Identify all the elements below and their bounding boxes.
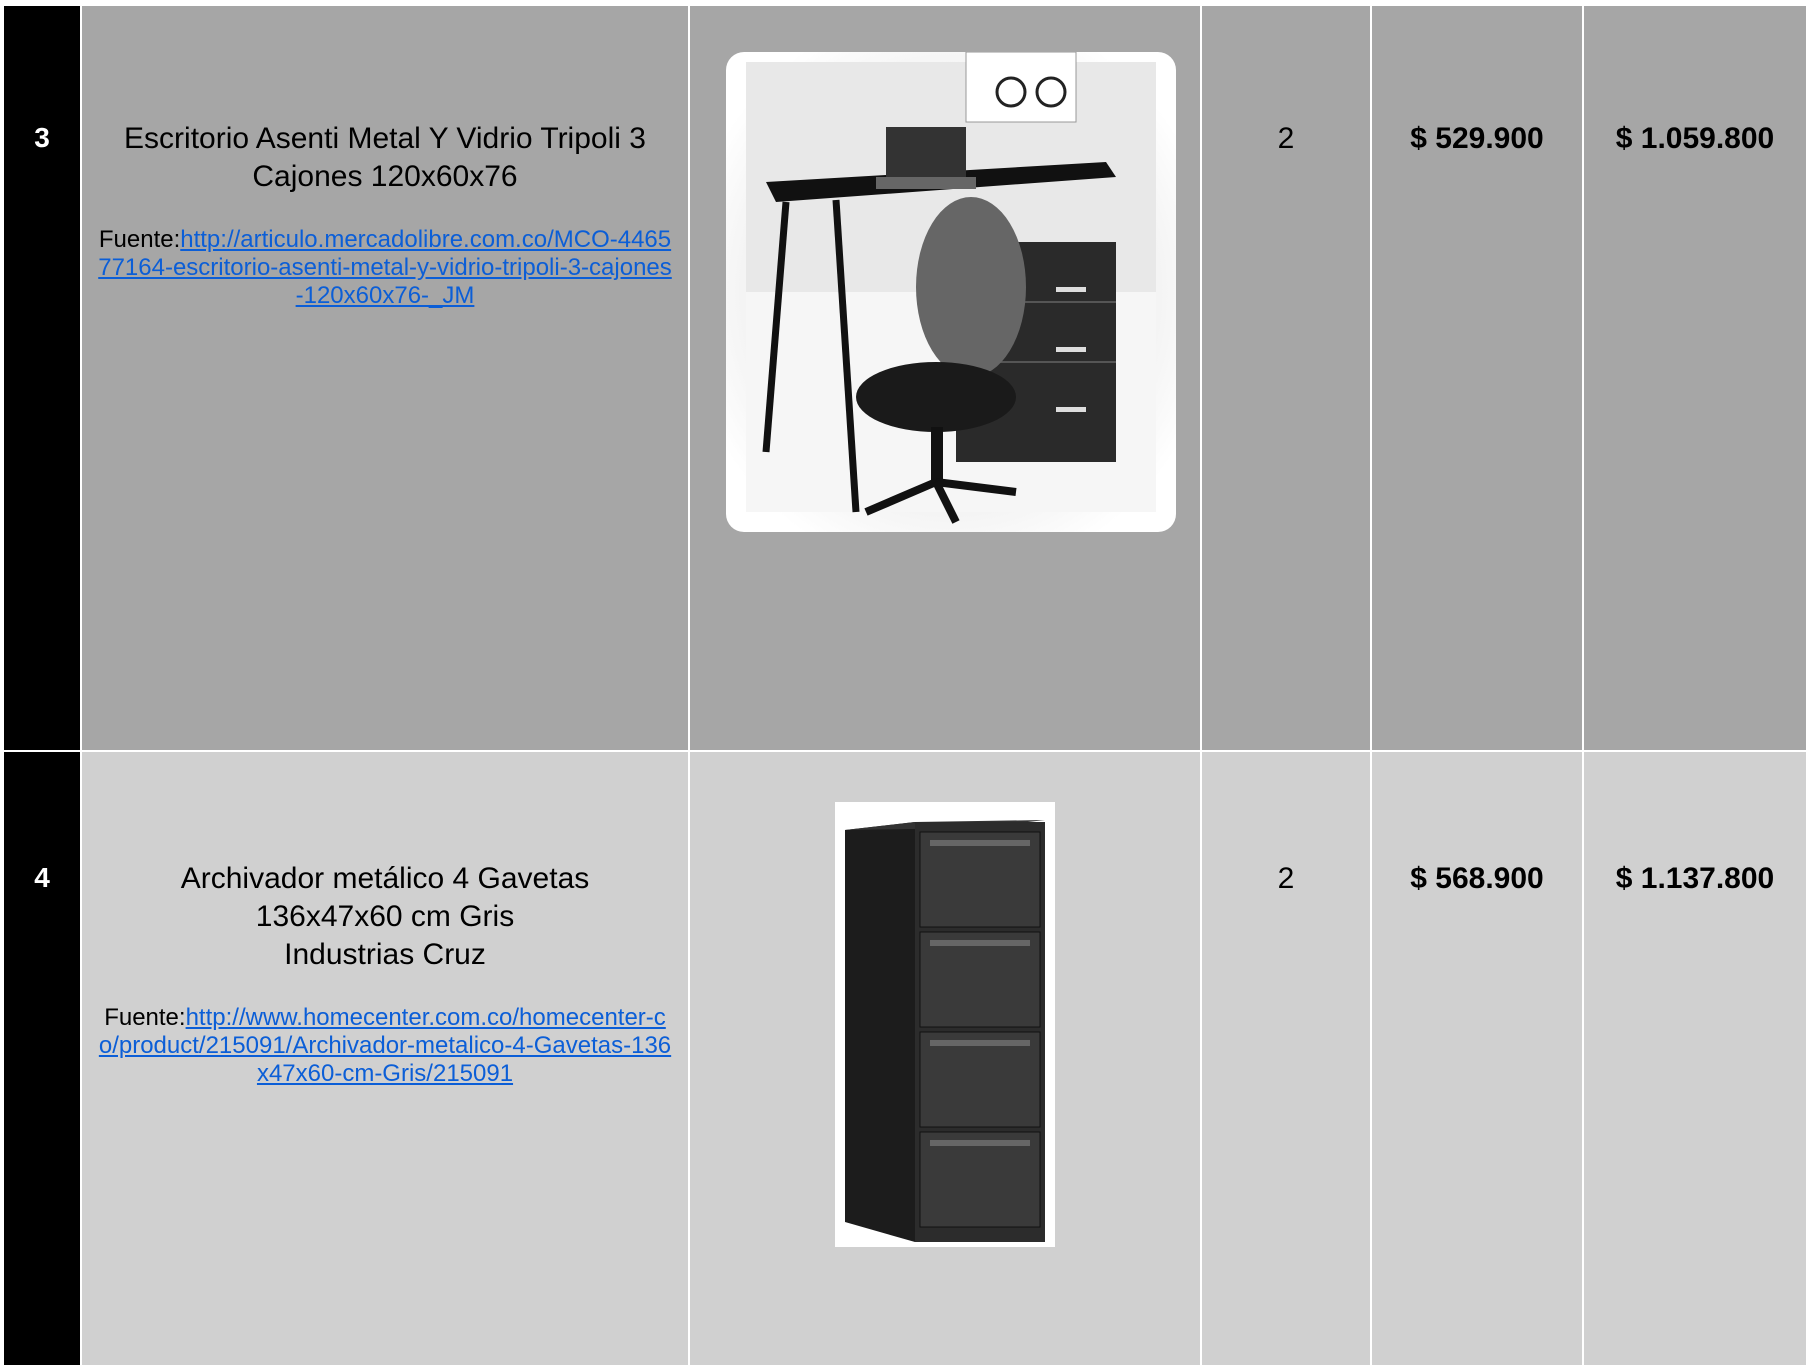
item-number-cell: 4: [2, 750, 82, 1367]
filing-cabinet-icon: [835, 802, 1055, 1247]
item-source: Fuente:http://articulo.mercadolibre.com.…: [82, 226, 688, 310]
item-unit-price: $ 568.900: [1410, 862, 1544, 895]
desk-chair-icon: [726, 52, 1176, 532]
unit-price-cell: $ 529.900: [1370, 4, 1584, 752]
item-number-cell: 3: [2, 4, 82, 752]
source-link[interactable]: http://articulo.mercadolibre.com.co/MCO-…: [98, 226, 672, 309]
total-cell: $ 1.059.800: [1582, 4, 1808, 752]
image-cell: [688, 750, 1202, 1367]
table-row: 3 Escritorio Asenti Metal Y Vidrio Tripo…: [2, 4, 1808, 752]
item-quantity: 2: [1277, 122, 1295, 155]
item-unit-price: $ 529.900: [1410, 122, 1544, 155]
quantity-cell: 2: [1200, 750, 1372, 1367]
source-link[interactable]: http://www.homecenter.com.co/homecenter-…: [99, 1004, 671, 1087]
item-title-line: 136x47x60 cm Gris: [255, 900, 515, 933]
item-title-line: Archivador metálico 4 Gavetas: [180, 862, 590, 895]
item-number: 3: [34, 122, 50, 153]
item-title-line: Industrias Cruz: [284, 938, 486, 971]
table-row: 4 Archivador metálico 4 Gavetas 136x47x6…: [2, 750, 1808, 1367]
source-prefix: Fuente:: [104, 1004, 186, 1031]
image-cell: [688, 4, 1202, 752]
item-source: Fuente:http://www.homecenter.com.co/home…: [82, 1004, 688, 1088]
source-prefix: Fuente:: [98, 226, 181, 253]
description-cell: Escritorio Asenti Metal Y Vidrio Tripoli…: [80, 4, 690, 752]
item-total: $ 1.059.800: [1615, 122, 1775, 155]
quote-table: 3 Escritorio Asenti Metal Y Vidrio Tripo…: [2, 4, 1808, 1367]
item-quantity: 2: [1277, 862, 1295, 895]
item-number: 4: [34, 862, 50, 893]
unit-price-cell: $ 568.900: [1370, 750, 1584, 1367]
item-total: $ 1.137.800: [1615, 862, 1775, 895]
total-cell: $ 1.137.800: [1582, 750, 1808, 1367]
quantity-cell: 2: [1200, 4, 1372, 752]
item-title: Escritorio Asenti Metal Y Vidrio Tripoli…: [124, 122, 646, 193]
description-cell: Archivador metálico 4 Gavetas 136x47x60 …: [80, 750, 690, 1367]
